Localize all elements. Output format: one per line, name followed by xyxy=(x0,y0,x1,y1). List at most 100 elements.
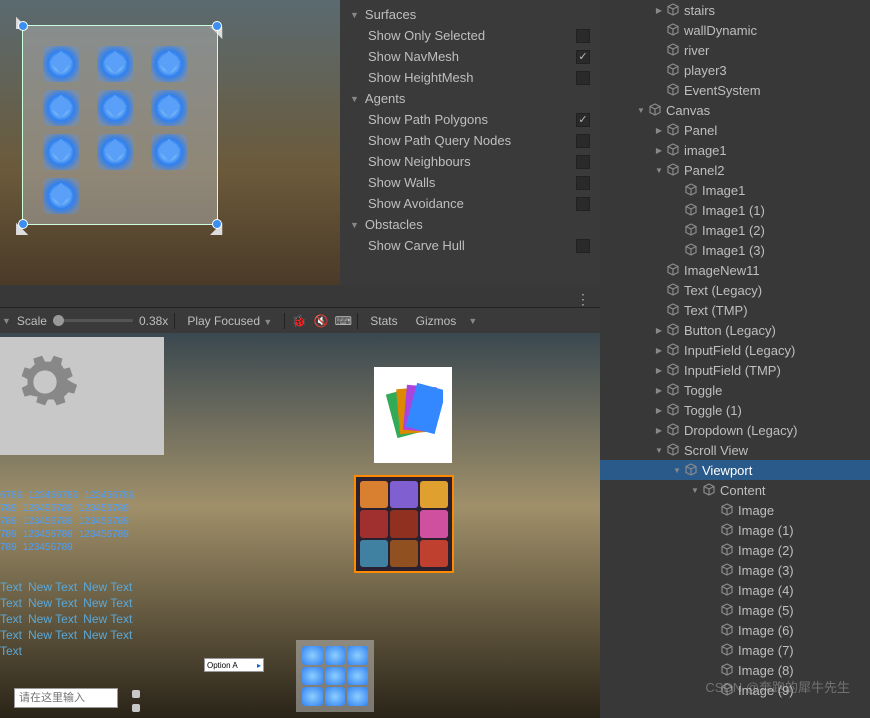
hierarchy-panel[interactable]: ▶stairswallDynamicriverplayer3EventSyste… xyxy=(600,0,870,718)
hierarchy-item[interactable]: ▶InputField (Legacy) xyxy=(600,340,870,360)
resize-handle-icon[interactable] xyxy=(212,219,222,229)
gem-icon[interactable] xyxy=(151,46,187,82)
hierarchy-item[interactable]: ▼Panel2 xyxy=(600,160,870,180)
chevron-down-icon[interactable]: ▼ xyxy=(690,486,700,495)
resize-handle-icon[interactable] xyxy=(212,21,222,31)
hierarchy-item[interactable]: EventSystem xyxy=(600,80,870,100)
chevron-right-icon[interactable]: ▶ xyxy=(654,326,664,335)
selected-panel[interactable] xyxy=(22,25,218,225)
hierarchy-item[interactable]: Image (2) xyxy=(600,540,870,560)
nav-option[interactable]: Show Path Query Nodes xyxy=(340,130,600,151)
nav-option[interactable]: Show Avoidance xyxy=(340,193,600,214)
checkbox[interactable] xyxy=(576,71,590,85)
hierarchy-item[interactable]: Image (7) xyxy=(600,640,870,660)
nav-option[interactable]: Show Only Selected xyxy=(340,25,600,46)
hierarchy-item[interactable]: wallDynamic xyxy=(600,20,870,40)
hierarchy-item[interactable]: Text (TMP) xyxy=(600,300,870,320)
gem-icon[interactable] xyxy=(151,90,187,126)
chevron-down-icon[interactable]: ▼ xyxy=(654,166,664,175)
chevron-right-icon[interactable]: ▶ xyxy=(654,126,664,135)
keyboard-icon[interactable]: ⌨ xyxy=(335,314,351,328)
hierarchy-item[interactable]: Image (5) xyxy=(600,600,870,620)
gem-icon[interactable] xyxy=(97,134,133,170)
nav-option[interactable]: Show Carve Hull xyxy=(340,235,600,256)
hierarchy-item[interactable]: Image (1) xyxy=(600,520,870,540)
hierarchy-item[interactable]: ImageNew11 xyxy=(600,260,870,280)
hierarchy-item[interactable]: ▶image1 xyxy=(600,140,870,160)
nav-option[interactable]: Show Walls xyxy=(340,172,600,193)
checkbox[interactable] xyxy=(576,176,590,190)
hierarchy-item[interactable]: ▶Panel xyxy=(600,120,870,140)
checkbox[interactable] xyxy=(576,134,590,148)
gem-icon[interactable] xyxy=(97,90,133,126)
chevron-right-icon[interactable]: ▶ xyxy=(654,366,664,375)
input-field[interactable] xyxy=(14,688,118,708)
gem-icon[interactable] xyxy=(43,90,79,126)
gem-icon[interactable] xyxy=(97,46,133,82)
audio-icon[interactable]: 🔇 xyxy=(313,314,329,328)
stats-button[interactable]: Stats xyxy=(364,312,403,330)
resize-handle-icon[interactable] xyxy=(18,219,28,229)
hierarchy-item[interactable]: ▼Viewport xyxy=(600,460,870,480)
toggle-group[interactable] xyxy=(132,690,140,712)
hierarchy-item[interactable]: Image (6) xyxy=(600,620,870,640)
hierarchy-item[interactable]: Image1 xyxy=(600,180,870,200)
chevron-right-icon[interactable]: ▶ xyxy=(654,386,664,395)
dropdown-control[interactable]: Option A▸ xyxy=(204,658,264,672)
nav-option[interactable]: Show Path Polygons✓ xyxy=(340,109,600,130)
scale-slider[interactable] xyxy=(53,319,133,322)
hierarchy-item[interactable]: ▼Content xyxy=(600,480,870,500)
hierarchy-item[interactable]: Image1 (1) xyxy=(600,200,870,220)
hierarchy-item[interactable]: player3 xyxy=(600,60,870,80)
chevron-right-icon[interactable]: ▶ xyxy=(654,6,664,15)
checkbox[interactable]: ✓ xyxy=(576,113,590,127)
nav-section-header[interactable]: ▼Surfaces xyxy=(340,4,600,25)
hierarchy-item[interactable]: Image1 (3) xyxy=(600,240,870,260)
nav-section-header[interactable]: ▼Agents xyxy=(340,88,600,109)
hierarchy-item[interactable]: ▶stairs xyxy=(600,0,870,20)
game-view[interactable]: 6789123456789123456789789123456789123456… xyxy=(0,333,600,718)
hierarchy-item[interactable]: ▶Button (Legacy) xyxy=(600,320,870,340)
chevron-down-icon: ▼ xyxy=(350,10,359,20)
hierarchy-item[interactable]: ▼Scroll View xyxy=(600,440,870,460)
nav-option[interactable]: Show HeightMesh xyxy=(340,67,600,88)
nav-option[interactable]: Show Neighbours xyxy=(340,151,600,172)
hierarchy-item[interactable]: Image (3) xyxy=(600,560,870,580)
hierarchy-item[interactable]: Image1 (2) xyxy=(600,220,870,240)
chevron-down-icon[interactable]: ▼ xyxy=(672,466,682,475)
chevron-down-icon[interactable]: ▼ xyxy=(2,316,11,326)
checkbox[interactable] xyxy=(576,239,590,253)
nav-option[interactable]: Show NavMesh✓ xyxy=(340,46,600,67)
play-mode-dropdown[interactable]: Play Focused ▼ xyxy=(181,312,278,330)
checkbox[interactable] xyxy=(576,197,590,211)
scene-view[interactable]: ◣ ◥ ◣ ◢ xyxy=(0,0,340,285)
hierarchy-item[interactable]: Image (4) xyxy=(600,580,870,600)
checkbox[interactable]: ✓ xyxy=(576,50,590,64)
chevron-down-icon[interactable]: ▼ xyxy=(636,106,646,115)
gizmos-dropdown[interactable]: Gizmos xyxy=(410,312,463,330)
hierarchy-item[interactable]: ▶InputField (TMP) xyxy=(600,360,870,380)
chevron-right-icon[interactable]: ▶ xyxy=(654,146,664,155)
chevron-down-icon[interactable]: ▼ xyxy=(468,316,477,326)
hierarchy-item[interactable]: ▶Toggle (1) xyxy=(600,400,870,420)
hierarchy-item[interactable]: ▼Canvas xyxy=(600,100,870,120)
chevron-right-icon[interactable]: ▶ xyxy=(654,426,664,435)
hierarchy-item[interactable]: ▶Toggle xyxy=(600,380,870,400)
hierarchy-item[interactable]: river xyxy=(600,40,870,60)
nav-section-header[interactable]: ▼Obstacles xyxy=(340,214,600,235)
panel-menu-icon[interactable]: ⋮ xyxy=(576,291,590,308)
chevron-down-icon[interactable]: ▼ xyxy=(654,446,664,455)
gem-icon[interactable] xyxy=(151,134,187,170)
gem-icon[interactable] xyxy=(43,46,79,82)
hierarchy-item[interactable]: ▶Dropdown (Legacy) xyxy=(600,420,870,440)
gem-icon[interactable] xyxy=(43,178,79,214)
chevron-right-icon[interactable]: ▶ xyxy=(654,406,664,415)
gem-icon[interactable] xyxy=(43,134,79,170)
bug-icon[interactable]: 🐞 xyxy=(291,314,307,328)
hierarchy-item[interactable]: Image xyxy=(600,500,870,520)
checkbox[interactable] xyxy=(576,155,590,169)
chevron-right-icon[interactable]: ▶ xyxy=(654,346,664,355)
checkbox[interactable] xyxy=(576,29,590,43)
hierarchy-item[interactable]: Text (Legacy) xyxy=(600,280,870,300)
resize-handle-icon[interactable] xyxy=(18,21,28,31)
